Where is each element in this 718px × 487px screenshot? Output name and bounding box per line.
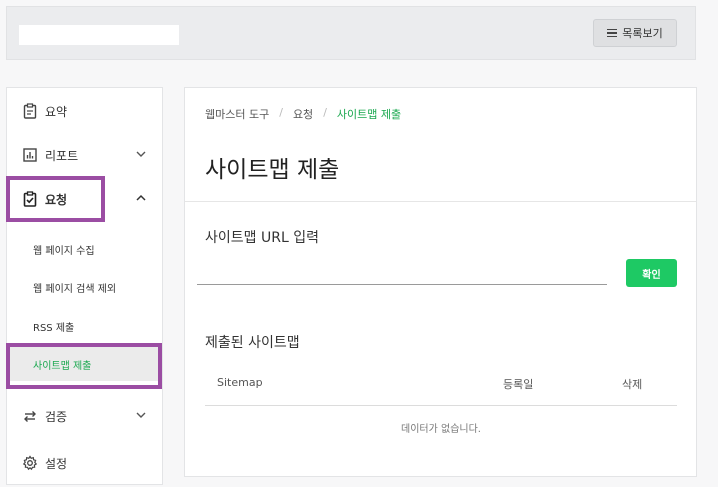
sidebar-subitem-sitemap-submit[interactable]: 사이트맵 제출: [7, 347, 162, 381]
clipboard-check-icon: [23, 191, 37, 207]
sidebar-item-report[interactable]: 리포트: [7, 135, 162, 175]
breadcrumb-current: 사이트맵 제출: [336, 108, 402, 121]
sidebar-subitem-label: 사이트맵 제출: [33, 360, 92, 372]
breadcrumb-separator: /: [323, 106, 327, 119]
chart-icon: [23, 148, 37, 162]
sitemap-url-input[interactable]: [197, 249, 607, 285]
sidebar-subitem-label: RSS 제출: [33, 322, 75, 334]
sidebar-item-label: 검증: [45, 409, 68, 424]
sidebar-item-label: 요약: [45, 104, 68, 119]
sidebar-subitem-rss-submit[interactable]: RSS 제출: [7, 309, 162, 343]
sidebar-subitem-web-page-exclude[interactable]: 웹 페이지 검색 제외: [7, 270, 162, 304]
sidebar-item-summary[interactable]: 요약: [7, 91, 162, 131]
breadcrumb-item[interactable]: 요청: [293, 106, 313, 122]
breadcrumb-item[interactable]: 웹마스터 도구: [205, 106, 269, 122]
table-header-sitemap: Sitemap: [217, 376, 263, 389]
sidebar-item-label: 설정: [45, 456, 68, 471]
main-panel: 웹마스터 도구 / 요청 / 사이트맵 제출 사이트맵 제출 사이트맵 URL …: [184, 87, 697, 477]
gear-icon: [22, 455, 38, 471]
list-view-label: 목록보기: [622, 27, 663, 40]
sidebar-item-label: 리포트: [45, 148, 79, 163]
list-view-button[interactable]: 목록보기: [593, 19, 677, 47]
sidebar-subitem-web-page-collect[interactable]: 웹 페이지 수집: [7, 232, 162, 266]
sidebar-subitem-label: 웹 페이지 수집: [33, 245, 95, 257]
page-title: 사이트맵 제출: [205, 157, 340, 183]
sidebar-subitem-label: 웹 페이지 검색 제외: [33, 283, 117, 295]
chevron-up-icon: [136, 194, 146, 201]
chevron-down-icon: [136, 151, 146, 157]
list-icon: [607, 29, 618, 37]
breadcrumb: 웹마스터 도구 / 요청 / 사이트맵 제출: [205, 106, 401, 122]
table-divider: [205, 405, 677, 406]
sitemap-url-label: 사이트맵 URL 입력: [205, 230, 319, 246]
table-header-delete: 삭제: [622, 378, 643, 391]
site-name-box: [19, 25, 179, 45]
breadcrumb-separator: /: [279, 106, 283, 119]
sidebar-item-settings[interactable]: 설정: [7, 443, 162, 483]
submitted-sitemaps-title: 제출된 사이트맵: [205, 335, 300, 351]
sidebar-item-label: 요청: [45, 192, 68, 207]
clipboard-icon: [23, 103, 37, 119]
sidebar-item-request[interactable]: 요청: [7, 179, 162, 219]
sidebar-item-verify[interactable]: 검증: [7, 396, 162, 436]
table-header-date: 등록일: [503, 378, 534, 391]
swap-icon: [24, 411, 36, 422]
confirm-button[interactable]: 확인: [626, 259, 677, 287]
chevron-down-icon: [136, 412, 146, 418]
sidebar: 요약 리포트 요청 웹 페이지 수집 웹 페이지 검색 제외 RSS 제출 사이…: [6, 87, 163, 485]
empty-table-message: 데이터가 없습니다.: [401, 424, 481, 435]
divider: [185, 201, 696, 202]
top-bar: 목록보기: [6, 6, 696, 60]
